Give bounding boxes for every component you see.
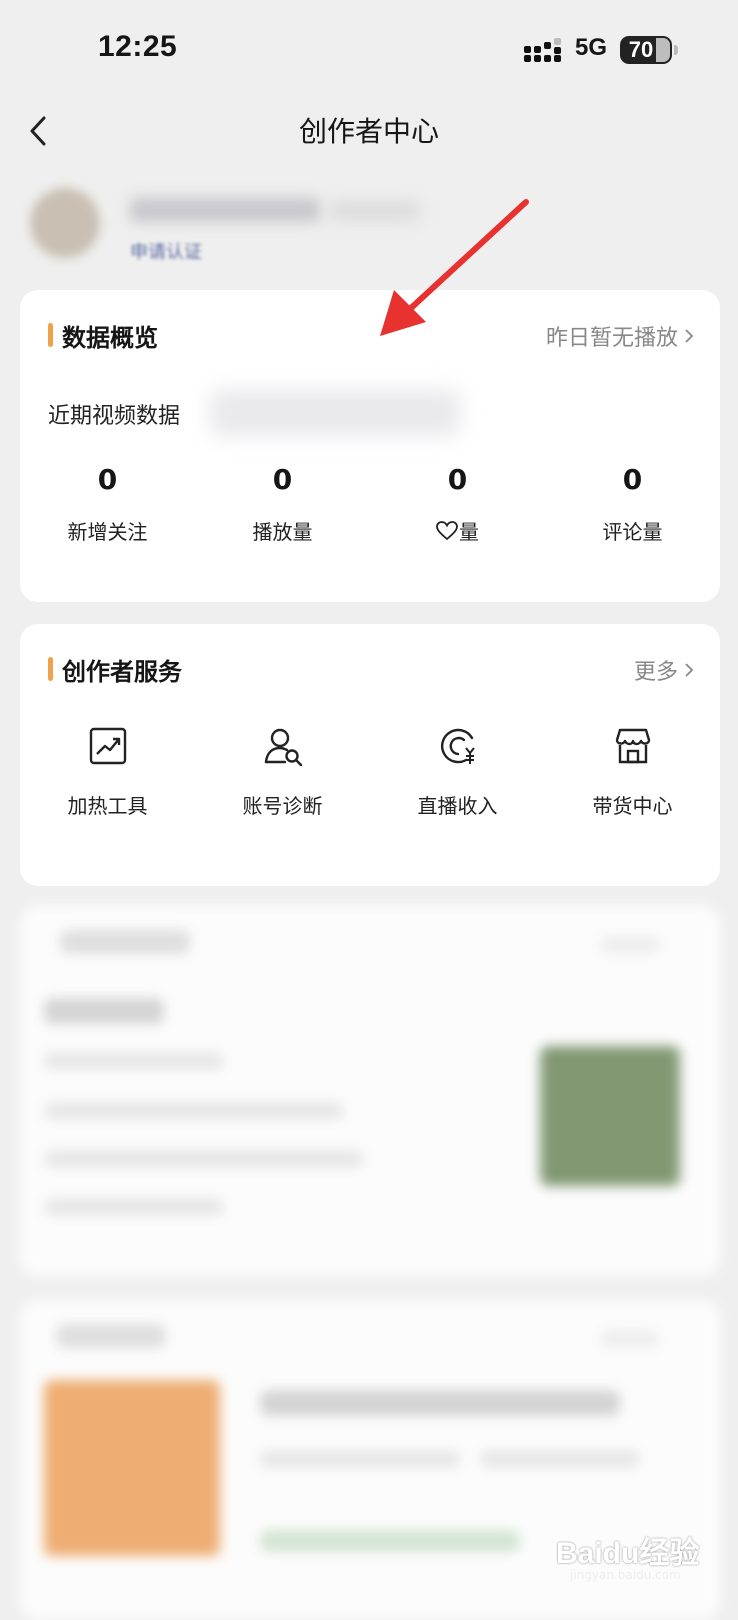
service-account-diagnosis[interactable]: 账号诊断 [195,724,370,819]
accent-bar [48,657,53,681]
user-search-icon [264,728,302,767]
service-label: 带货中心 [592,794,673,818]
watermark-url: jingyan.baidu.com [570,1568,681,1582]
store-icon [615,728,650,764]
service-store-center[interactable]: 带货中心 [545,724,720,819]
yesterday-playback-label: 昨日暂无播放 [545,326,678,351]
service-label: 加热工具 [67,794,148,818]
chevron-right-icon [685,663,694,677]
stat-value: 0 [447,463,468,496]
profile-subtitle[interactable]: 申请认证 [130,238,202,264]
profile-name-blurred [130,198,320,222]
yesterday-playback-link[interactable]: 昨日暂无播放 [546,320,694,352]
creator-services-header: 创作者服务 [48,654,182,686]
stat-label: 评论量 [602,520,663,544]
stat-value: 0 [272,463,293,496]
service-live-income[interactable]: 直播收入 [370,724,545,819]
stat-comments[interactable]: 0 评论量 [545,460,720,545]
stat-label: 量 [459,520,479,544]
stat-label: 播放量 [252,520,313,544]
heart-icon [436,520,458,540]
live-income-icon [440,728,475,764]
stat-plays[interactable]: 0 播放量 [195,460,370,545]
stat-new-followers[interactable]: 0 新增关注 [20,460,195,545]
status-time: 12:25 [98,30,178,63]
service-label: 直播收入 [417,794,498,818]
nav-bar: 创作者中心 [0,96,738,166]
data-overview-title: 数据概览 [62,323,158,352]
stat-likes[interactable]: 0 量 [370,460,545,545]
battery-icon: 70 [620,36,678,64]
trend-chart-icon [89,727,126,765]
stats-row: 0 新增关注 0 播放量 0 量 0 评论量 [20,460,720,545]
recent-video-data-label: 近期视频数据 [48,404,181,429]
signal-icon [524,38,561,62]
more-link[interactable]: 更多 [634,654,694,686]
more-label: 更多 [633,660,678,685]
network-label: 5G [575,34,608,61]
stat-label: 新增关注 [67,520,148,544]
accent-bar [48,323,53,347]
stat-value: 0 [97,463,118,496]
watermark-logo: Baidu经验 [556,1537,700,1570]
stat-value: 0 [622,463,643,496]
services-row: 加热工具 账号诊断 直播收入 带货中心 [20,724,720,819]
service-label: 账号诊断 [242,794,323,818]
avatar[interactable] [30,188,100,258]
annotation-arrow [380,199,529,336]
status-bar: 12:25 5G 70 [0,0,738,100]
page-title: 创作者中心 [298,115,439,148]
blurred-card-1 [20,906,720,1276]
service-heat-tool[interactable]: 加热工具 [20,724,195,819]
creator-services-card: 创作者服务 更多 加热工具 账号诊断 直播收入 带货中心 [20,624,720,886]
battery-level: 70 [628,37,654,62]
chevron-right-icon [685,329,694,343]
creator-services-title: 创作者服务 [62,657,182,686]
data-overview-header: 数据概览 [48,320,158,352]
recent-data-blurred [210,390,460,436]
